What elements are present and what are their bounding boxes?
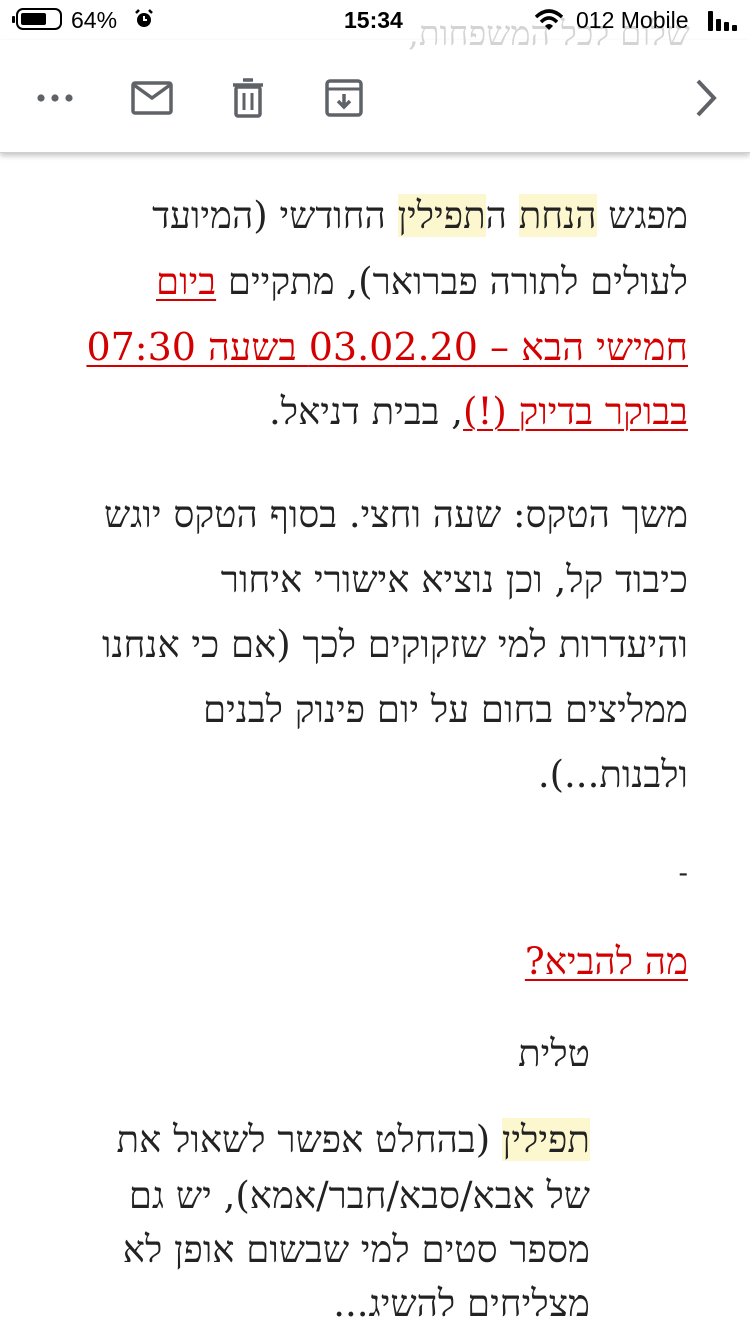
clock-time: 15:34 [344, 7, 403, 33]
paragraph1-line1: מפגש הנחת התפילין החודשי (המיועד [152, 194, 688, 238]
list-item-tefillin-line1: תפילין (בהחלט אפשר לשאול את [117, 1118, 590, 1162]
message-toolbar [0, 40, 750, 153]
body-text: (בהחלט אפשר לשאול את [116, 1118, 502, 1161]
paragraph1-line2: לעולים לתורה פברואר), מתקיים ביום [156, 260, 688, 304]
list-item-tallit: טלית [518, 1032, 590, 1075]
body-text: לעולים לתורה פברואר), מתקיים [216, 260, 688, 303]
date-text: ביום [156, 260, 217, 303]
paragraph2-line4: ממליצים בחום על יום פינוק לבנים [203, 688, 688, 731]
status-bar: שלום לכל המשפחות, 64% 15:34 012 Mobile [0, 0, 750, 54]
more-icon [37, 94, 73, 102]
battery-icon [12, 8, 62, 30]
message-body: מפגש הנחת התפילין החודשי (המיועד לעולים … [0, 152, 750, 1334]
time-emphasis-text: בבוקר בדיוק (!) [463, 390, 688, 433]
alarm-icon [135, 9, 153, 27]
list-item-tefillin-line3: מספר סטים למי שבשום אופן לא [122, 1228, 590, 1271]
signal-icon [708, 11, 737, 31]
carrier-name: 012 Mobile [576, 7, 689, 33]
list-item-tefillin-line4: מצליחים להשיג... [333, 1282, 590, 1325]
mail-icon [131, 81, 173, 115]
body-text: מפגש [596, 194, 688, 237]
next-message-button[interactable] [682, 74, 730, 122]
paragraph1-line3-date: חמישי הבא – 03.02.20 בשעה 07:30 [86, 325, 688, 369]
body-text: , בבית דניאל. [269, 390, 464, 433]
chevron-right-icon [696, 79, 717, 117]
what-to-bring-heading: מה להביא? [524, 940, 688, 983]
mark-unread-button[interactable] [128, 74, 176, 122]
delete-button[interactable] [224, 74, 272, 122]
body-text: ה [485, 194, 519, 237]
list-item-tefillin-line2: של אבא/סבא/חבר/אמא), יש גם [128, 1174, 590, 1217]
separator-dash: - [678, 856, 688, 889]
paragraph2-line3: והיעדרות למי שזקוקים לכך (אם כי אנחנו [102, 623, 688, 666]
paragraph2-line5: ולבנות...). [537, 753, 688, 796]
paragraph1-line4: בבוקר בדיוק (!), בבית דניאל. [269, 390, 688, 434]
highlighted-word: תפילין [397, 194, 486, 237]
body-text: החודשי (המיועד [152, 194, 398, 237]
delete-icon [233, 78, 263, 118]
paragraph2-line2: כיבוד קל, וכן נוציא אישורי איחור [220, 558, 688, 601]
highlighted-word: תפילין [501, 1118, 590, 1161]
archive-button[interactable] [320, 74, 368, 122]
more-options-button[interactable] [31, 74, 79, 122]
paragraph2-line1: משך הטקס: שעה וחצי. בסוף הטקס יוגש [103, 493, 688, 536]
wifi-icon [534, 9, 564, 30]
archive-icon [325, 79, 363, 117]
highlighted-word: הנחת [518, 194, 597, 237]
battery-percent: 64% [71, 7, 118, 33]
